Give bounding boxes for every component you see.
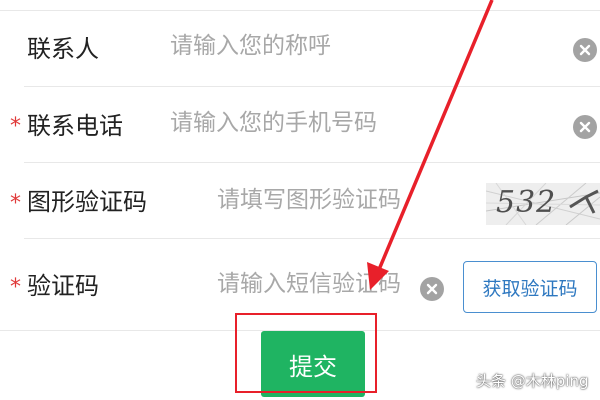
- watermark: 头条 @木林ping: [476, 372, 589, 390]
- annotation-arrow-icon: [367, 0, 494, 290]
- contact-form-page: 联系人 请输入您的称呼 * 联系电话 请输入您的手机号码 * 图形验证码 请填写…: [0, 0, 600, 400]
